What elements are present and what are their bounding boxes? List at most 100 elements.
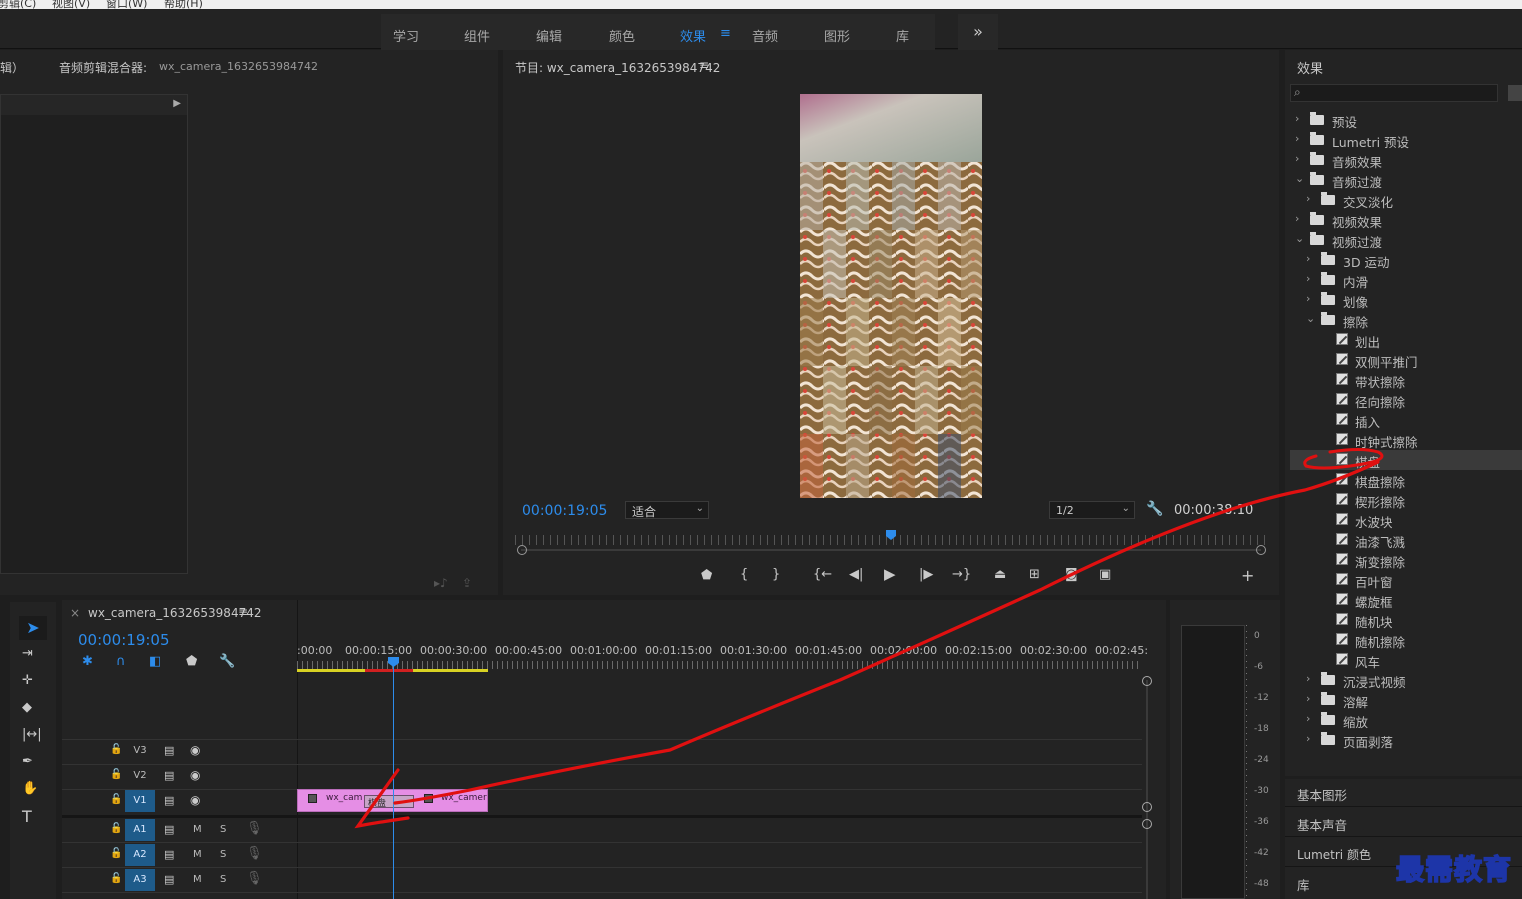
scroll-handle[interactable] [1142,819,1152,829]
eye-icon[interactable]: ◉ [190,793,200,807]
ripple-edit-tool-icon[interactable]: ✛ [22,673,33,688]
workspace-menu-icon[interactable]: ≡ [720,26,731,41]
sequence-tab[interactable]: wx_camera_1632653984742 [88,606,261,620]
scrub-start-handle[interactable] [517,545,527,555]
microphone-icon[interactable]: 🎙 [246,821,263,836]
effect-tree-item[interactable]: 划出 [1290,330,1522,350]
chevron-down-icon[interactable]: ⌄ [1295,172,1304,185]
effect-tree-item[interactable]: 随机块 [1290,610,1522,630]
lift-icon[interactable]: ⏏ [994,567,1006,582]
effects-panel-title[interactable]: 效果 [1297,58,1323,77]
essential-sound-tab[interactable]: 基本声音 [1297,815,1347,834]
lock-icon[interactable]: 🔓 [110,848,122,859]
lumetri-color-tab[interactable]: Lumetri 颜色 [1297,846,1371,863]
export-icon[interactable]: ⇪ [462,576,472,590]
effect-tree-item[interactable]: 水波块 [1290,510,1522,530]
menu-view[interactable]: 视图(V) [52,0,90,9]
effect-tree-item[interactable]: 棋盘 [1290,450,1522,470]
mute-button[interactable]: M [193,824,202,835]
chevron-right-icon[interactable]: › [1306,192,1310,205]
linked-selection-icon[interactable]: ◧ [149,654,161,669]
type-tool-icon[interactable]: T [22,807,32,826]
effect-tree-item[interactable]: › 页面剥落 [1290,730,1522,750]
menu-window[interactable]: 窗口(W) [106,0,147,9]
lock-icon[interactable]: 🔓 [110,769,122,780]
effect-tree-item[interactable]: ⌄ 擦除 [1290,310,1522,330]
razor-tool-icon[interactable]: ◆ [22,700,32,715]
timeline-vertical-scrollbar[interactable] [1146,680,1148,899]
sync-lock-icon[interactable]: ▤ [164,744,174,757]
extract-icon[interactable]: ⊞ [1029,567,1040,582]
lock-icon[interactable]: 🔓 [110,794,122,805]
lock-icon[interactable]: 🔓 [110,744,122,755]
lock-icon[interactable]: 🔓 [110,823,122,834]
track-a2[interactable]: A2 [125,844,155,866]
effect-tree-item[interactable]: › 3D 运动 [1290,250,1522,270]
solo-button[interactable]: S [220,849,226,860]
chevron-right-icon[interactable]: › [1306,672,1310,685]
chevron-right-icon[interactable]: › [1295,212,1299,225]
scrub-end-handle[interactable] [1256,545,1266,555]
eye-icon[interactable]: ◉ [190,743,200,757]
workspace-learn[interactable]: 学习 [393,26,419,45]
mute-button[interactable]: M [193,849,202,860]
sync-lock-icon[interactable]: ▤ [164,823,174,836]
pen-tool-icon[interactable]: ✒ [22,754,33,769]
essential-graphics-tab[interactable]: 基本图形 [1297,785,1347,804]
close-icon[interactable]: × [70,606,80,620]
mark-in-icon[interactable]: { [740,567,748,582]
timeline-playhead-line[interactable] [393,666,394,899]
effect-tree-item[interactable]: 带状擦除 [1290,370,1522,390]
comparison-view-icon[interactable]: ▣ [1099,567,1111,582]
sync-lock-icon[interactable]: ▤ [164,873,174,886]
sync-lock-icon[interactable]: ▤ [164,794,174,807]
program-monitor-title[interactable]: 节目: wx_camera_1632653984742 [515,59,720,76]
track-a3[interactable]: A3 [125,869,155,891]
menu-clip[interactable]: 剪辑(C) [0,0,36,9]
effect-tree-item[interactable]: › 缩放 [1290,710,1522,730]
effect-tree-item[interactable]: › 交叉淡化 [1290,190,1522,210]
lock-icon[interactable]: 🔓 [110,873,122,884]
effect-tree-item[interactable]: 随机擦除 [1290,630,1522,650]
effects-search-input[interactable]: ⌕ [1290,84,1498,102]
add-marker-icon[interactable]: ⬟ [701,568,712,583]
effect-tree-item[interactable]: 百叶窗 [1290,570,1522,590]
resolution-dropdown[interactable]: 1/2 ⌄ [1049,501,1135,519]
scroll-handle[interactable] [1142,676,1152,686]
expand-arrow-icon[interactable]: ▶ [173,98,181,109]
effect-tree-item[interactable]: 双侧平推门 [1290,350,1522,370]
chevron-right-icon[interactable]: › [1295,112,1299,125]
effect-tree-item[interactable]: › 预设 [1290,110,1522,130]
scroll-handle[interactable] [1142,802,1152,812]
solo-button[interactable]: S [220,824,226,835]
chevron-right-icon[interactable]: › [1306,712,1310,725]
workspace-audio[interactable]: 音频 [752,26,778,45]
chevron-right-icon[interactable]: › [1306,292,1310,305]
export-frame-icon[interactable]: ◙ [1065,567,1078,582]
effect-tree-item[interactable]: ⌄ 视频过渡 [1290,230,1522,250]
effect-tree-item[interactable]: › 视频效果 [1290,210,1522,230]
chevron-right-icon[interactable]: › [1306,732,1310,745]
sync-lock-icon[interactable]: ▤ [164,848,174,861]
step-forward-icon[interactable]: |▶ [919,567,933,582]
wrench-icon[interactable]: 🔧 [219,654,235,669]
chevron-right-icon[interactable]: › [1295,152,1299,165]
chevron-right-icon[interactable]: › [1306,252,1310,265]
effect-tree-item[interactable]: 径向擦除 [1290,390,1522,410]
go-to-in-icon[interactable]: {← [813,567,832,582]
fit-dropdown[interactable]: 适合 ⌄ [625,501,709,519]
workspace-assembly[interactable]: 组件 [464,26,490,45]
effect-tree-item[interactable]: 时钟式擦除 [1290,430,1522,450]
workspace-effects[interactable]: 效果 [680,26,706,45]
effect-tree-item[interactable]: 油漆飞溅 [1290,530,1522,550]
timeline-current-time[interactable]: 00:00:19:05 [78,631,170,649]
libraries-tab[interactable]: 库 [1297,875,1310,894]
microphone-icon[interactable]: 🎙 [246,871,263,886]
audio-clip-mixer-tab[interactable]: 音频剪辑混合器: [59,59,147,76]
transition-block[interactable]: 棋盘 [364,795,414,809]
track-v3[interactable]: V3 [125,740,155,762]
workspace-editing[interactable]: 编辑 [536,26,562,45]
effect-tree-item[interactable]: 螺旋框 [1290,590,1522,610]
chevron-down-icon[interactable]: ⌄ [1295,232,1304,245]
effect-tree-item[interactable]: 风车 [1290,650,1522,670]
